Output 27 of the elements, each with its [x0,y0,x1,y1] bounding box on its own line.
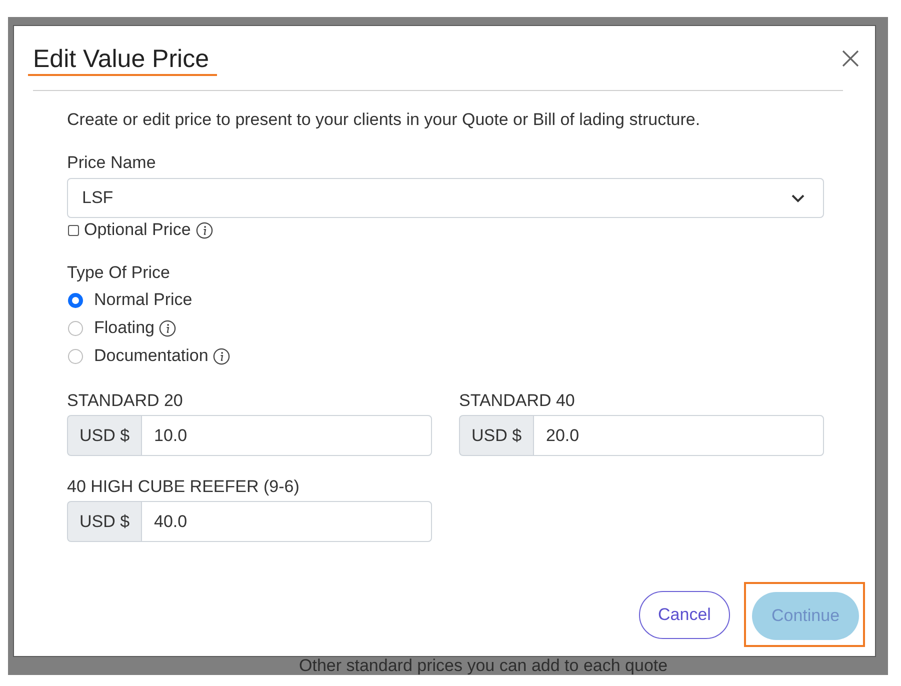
price-input[interactable]: 40.0 [141,501,432,542]
close-icon [842,50,859,66]
currency-addon: USD $ [67,501,141,542]
checkbox[interactable] [68,224,79,236]
field-label: Price Name [67,153,156,173]
price-name-select[interactable]: LSF [67,178,824,218]
chevron-down-icon [791,194,805,202]
radio-button[interactable] [68,320,83,336]
radio-label: Documentation [94,346,208,366]
field-label: STANDARD 40 [459,391,575,411]
background-text: Other standard prices you can add to each quote [299,657,668,675]
price-input[interactable]: 10.0 [141,415,432,456]
field-label: Type Of Price [67,263,170,283]
dialog-title: Edit Value Price [28,44,218,76]
radio-label: Floating [94,318,154,338]
close-button[interactable] [842,50,859,66]
field-label: 40 HIGH CUBE REEFER (9-6) [67,477,300,497]
radio-label: Normal Price [94,290,192,310]
checkbox-label: Optional Price [84,220,191,240]
currency-addon: USD $ [67,415,141,456]
field-label: STANDARD 20 [67,391,183,411]
cancel-button[interactable]: Cancel [639,590,730,638]
radio-button[interactable] [68,348,83,364]
radio-button[interactable] [68,292,83,308]
dialog-description: Create or edit price to present to your clients in your Quote or Bill of lading structure. [67,110,700,130]
price-input[interactable]: 20.0 [533,415,824,456]
currency-addon: USD $ [459,415,533,456]
